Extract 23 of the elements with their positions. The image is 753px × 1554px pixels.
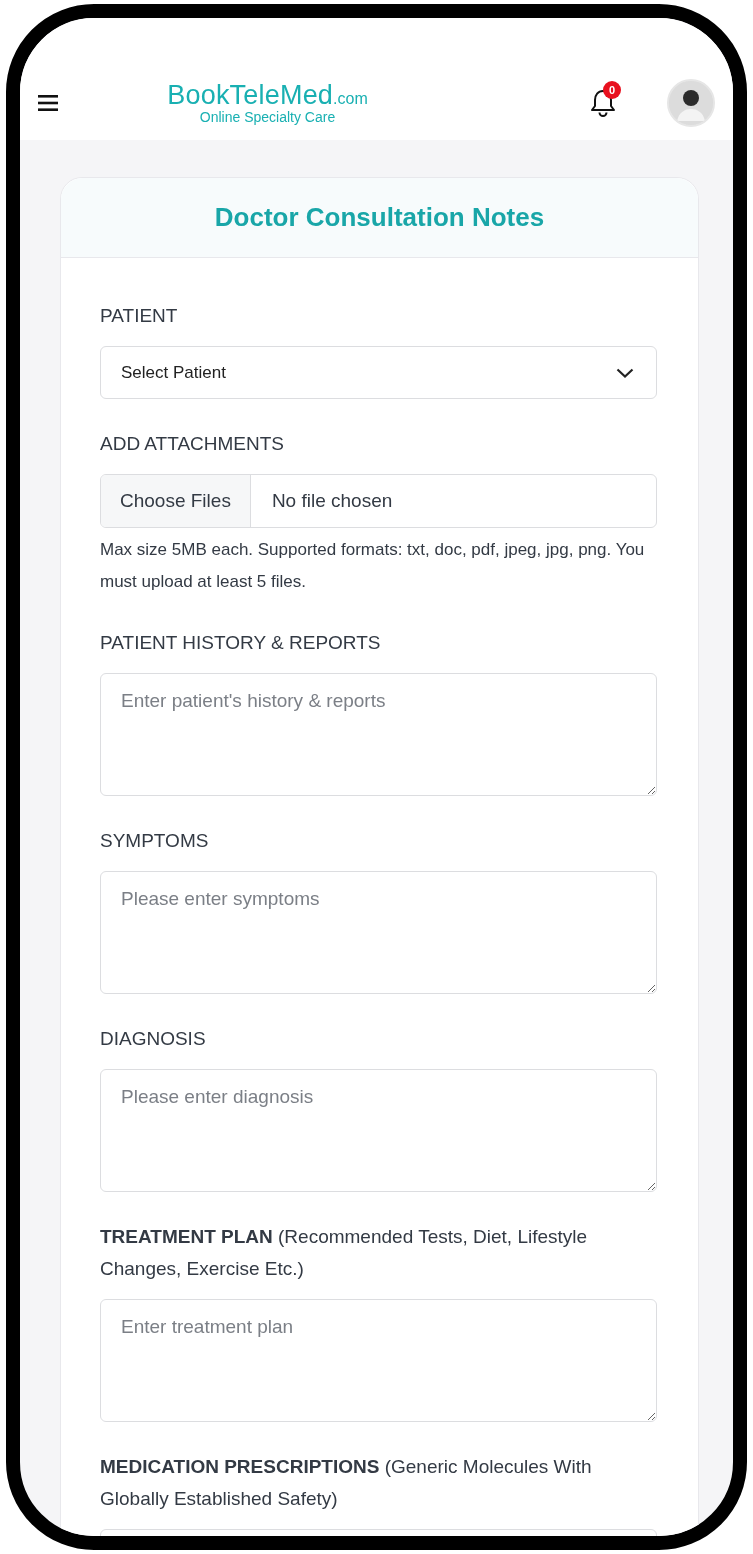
notification-bell-icon[interactable] [589, 88, 617, 118]
text-area[interactable]: Enter treatment plan [100, 1299, 657, 1422]
avatar[interactable] [667, 79, 715, 127]
brand-suffix: .com [333, 90, 368, 108]
choose-files-button[interactable]: Choose Files [101, 475, 251, 527]
file-status: No file chosen [270, 489, 393, 513]
text-area[interactable]: Please enter symptoms [100, 871, 657, 994]
field-label: TREATMENT PLAN (Recommended Tests, Diet, Lifestyle Changes, Exercise Etc.) [100, 1225, 589, 1281]
text-area[interactable]: Please enter diagnosis [100, 1069, 657, 1192]
field-label: MEDICATION PRESCRIPTIONS (Generic Molecules With Globally Established Safety) [100, 1455, 593, 1511]
notification-badge: 0 [603, 81, 621, 99]
field-label: DIAGNOSIS [100, 1027, 207, 1051]
field-label: SYMPTOMS [100, 829, 210, 853]
text-area[interactable]: Enter patient's history & reports [100, 673, 657, 796]
form-title: Doctor Consultation Notes [214, 202, 545, 233]
brand-tagline: Online Specialty Care [199, 109, 336, 125]
field-label: PATIENT HISTORY & REPORTS [100, 631, 382, 655]
menu-icon[interactable] [38, 95, 58, 111]
patient-select[interactable]: Select Patient [100, 346, 657, 399]
field-label: PATIENT [100, 304, 179, 328]
upload-hint: Max size 5MB each. Supported formats: txt, doc, pdf, jpeg, jpg, png. You must upload at least 5 files. [100, 539, 646, 593]
chevron-down-icon [616, 367, 634, 378]
field-label: ADD ATTACHMENTS [100, 432, 286, 456]
